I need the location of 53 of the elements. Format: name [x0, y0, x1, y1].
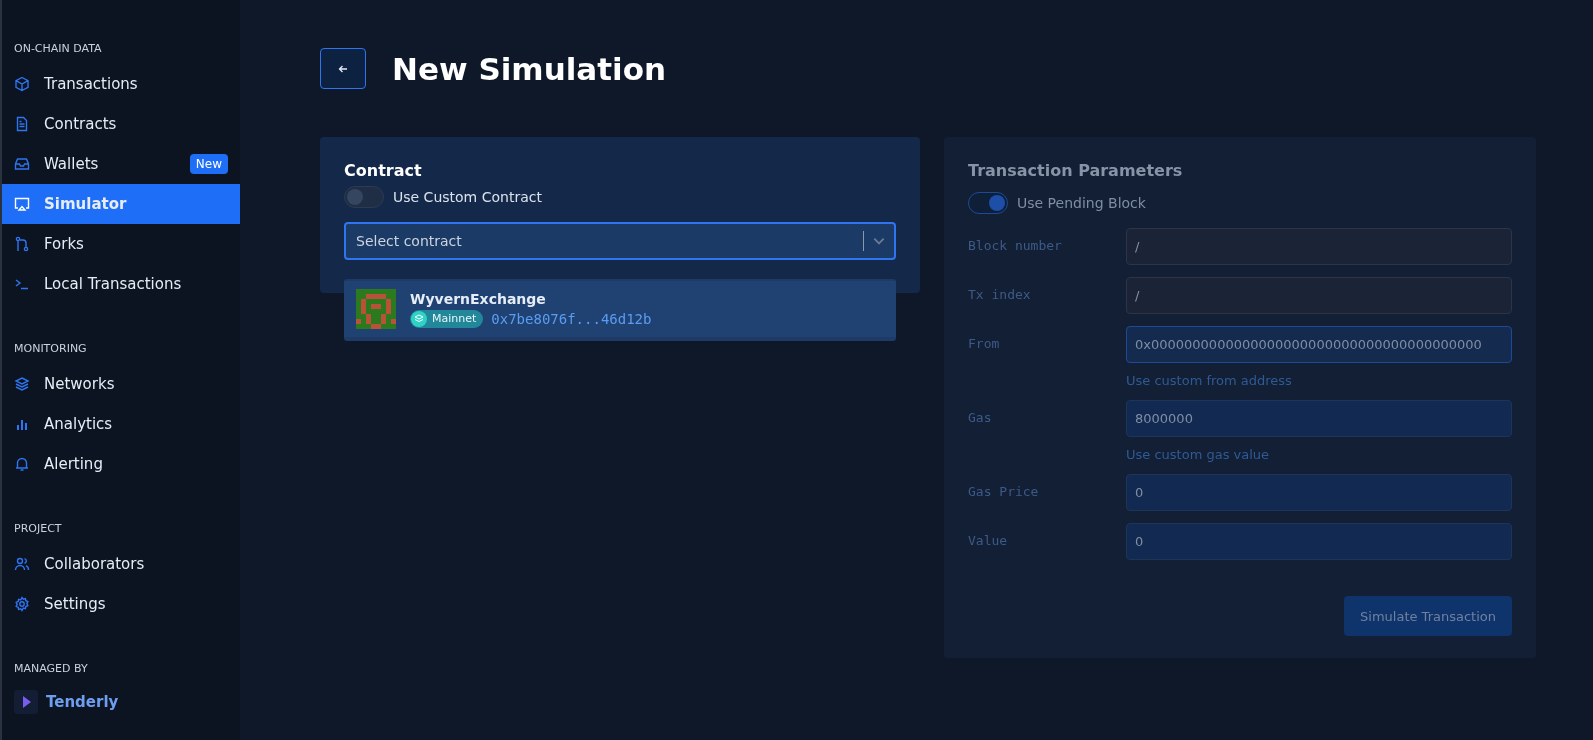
nav-item[interactable]: Forks	[2, 224, 240, 264]
field-label: Tx index	[968, 286, 1032, 302]
nav-item[interactable]: Settings	[2, 584, 240, 624]
input-field[interactable]: 0	[1126, 523, 1512, 560]
nav-item[interactable]: Collaborators	[2, 544, 240, 584]
layers-icon	[14, 376, 30, 392]
new-badge: New	[189, 154, 228, 174]
section-heading: MONITORING	[13, 342, 88, 355]
input-field[interactable]: 0	[1126, 474, 1512, 511]
field-label: Value	[968, 532, 1009, 548]
layers-icon	[411, 310, 427, 327]
nav-item[interactable]: Wallets New	[2, 144, 240, 184]
page-title: New Simulation	[392, 50, 667, 87]
field-label: Gas Price	[968, 483, 1040, 499]
brand-name[interactable]: Tenderly	[46, 693, 119, 711]
card-title: Contract	[344, 161, 423, 180]
toggle-label: Use Pending Block	[1017, 195, 1146, 211]
input-field[interactable]: 8000000	[1126, 400, 1512, 437]
users-icon	[14, 556, 30, 572]
section-heading: MANAGED BY	[13, 662, 89, 675]
nav-item[interactable]: Networks	[2, 364, 240, 404]
contract-address: 0x7be8076f...46d12b	[491, 310, 652, 327]
bell-icon	[14, 456, 30, 472]
document-icon	[14, 116, 30, 132]
nav-item[interactable]: Local Transactions	[2, 264, 240, 304]
cube-icon	[14, 76, 30, 92]
inbox-icon	[14, 156, 30, 172]
branch-icon	[14, 236, 30, 252]
input-field[interactable]: 0x0000000000000000000000000000000000000000	[1126, 326, 1512, 363]
card-title: Transaction Parameters	[968, 161, 1184, 180]
nav-item[interactable]: Analytics	[2, 404, 240, 444]
section-heading: PROJECT	[13, 522, 63, 535]
contract-select-field[interactable]: Select contract	[354, 224, 855, 258]
identicon-icon	[356, 289, 396, 329]
monitor-icon	[14, 196, 30, 212]
toggle-switch[interactable]	[968, 192, 1008, 214]
field-label: Gas	[968, 409, 993, 425]
field-label: Block number	[968, 237, 1063, 253]
section-heading: ON-CHAIN DATA	[13, 42, 103, 55]
nav-item[interactable]: Alerting	[2, 444, 240, 484]
nav-item[interactable]: Transactions	[2, 64, 240, 104]
contract-option[interactable]: WyvernExchange Mainnet 0x7be8076f...46d12b	[344, 281, 896, 337]
network-tag: Mainnet	[410, 309, 484, 328]
back-button[interactable]	[320, 48, 366, 89]
toggle-label: Use Custom Contract	[393, 189, 542, 205]
settings-icon	[14, 596, 30, 612]
nav-item[interactable]: Simulator	[2, 184, 240, 224]
contract-name: WyvernExchange	[410, 290, 547, 307]
play-logo-icon	[14, 690, 38, 714]
nav-item[interactable]: Contracts	[2, 104, 240, 144]
contract-select[interactable]: Select contract	[344, 222, 896, 260]
toggle-switch[interactable]	[344, 186, 384, 208]
field-label: From	[968, 335, 1001, 351]
